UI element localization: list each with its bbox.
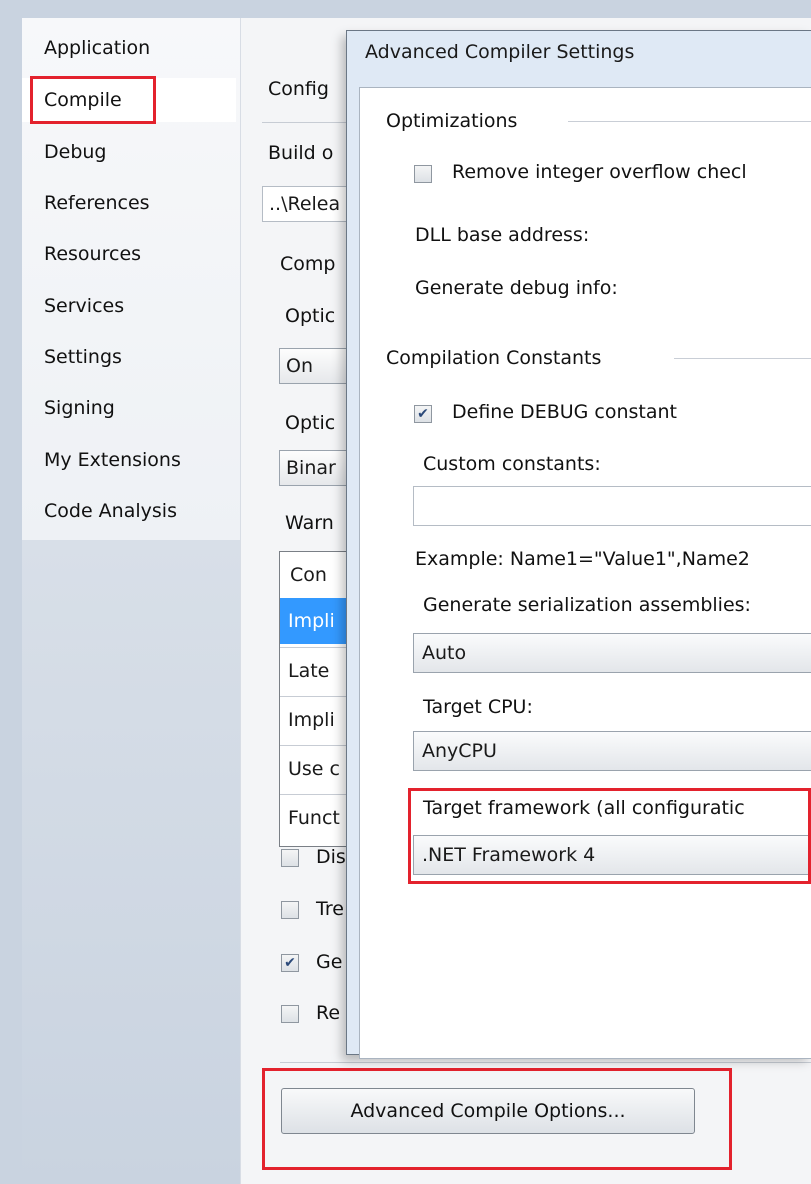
- grid-cell: Impli: [288, 610, 335, 632]
- target-framework-highlight: [408, 788, 811, 884]
- generate-debug-info-label: Generate debug info:: [415, 277, 618, 299]
- tab-label: Services: [44, 295, 125, 317]
- compilation-constants-header: Compilation Constants: [386, 347, 602, 369]
- advanced-button-highlight: [262, 1068, 732, 1170]
- tab-label: References: [44, 192, 150, 214]
- section-divider: [568, 121, 811, 122]
- tab-settings[interactable]: Settings: [22, 335, 236, 379]
- target-cpu-select[interactable]: AnyCPU: [413, 731, 811, 771]
- tab-label: Settings: [44, 346, 122, 368]
- checkbox-label: Tre: [316, 898, 344, 920]
- divider: [280, 1062, 811, 1063]
- build-output-path: ..\Relea: [269, 193, 341, 215]
- optimizations-header: Optimizations: [386, 110, 518, 132]
- example-text: Example: Name1="Value1",Name2: [415, 548, 750, 570]
- serialization-value: Auto: [422, 642, 467, 664]
- target-cpu-label: Target CPU:: [423, 696, 533, 718]
- grid-cell: Use c: [288, 758, 340, 780]
- remove-overflow-label: Remove integer overflow checl: [452, 161, 747, 183]
- checkbox-label: Re: [316, 1002, 341, 1024]
- divider: [262, 122, 352, 123]
- advanced-compiler-settings-dialog: Advanced Compiler Settings: [346, 30, 811, 1059]
- check-icon: ✔: [417, 406, 429, 422]
- option-compare-value: Binar: [286, 457, 336, 479]
- tab-label: Resources: [44, 243, 142, 265]
- build-output-path-input[interactable]: ..\Relea: [262, 186, 352, 222]
- serialization-label: Generate serialization assemblies:: [423, 594, 751, 616]
- tab-label: Application: [44, 37, 151, 59]
- configuration-label: Config: [268, 78, 329, 100]
- compile-tab-highlight: [30, 76, 156, 124]
- grid-cell: Late: [288, 660, 330, 682]
- tab-application[interactable]: Application: [22, 26, 236, 70]
- tab-code-analysis[interactable]: Code Analysis: [22, 489, 236, 533]
- tab-label: Code Analysis: [44, 500, 177, 522]
- target-cpu-value: AnyCPU: [422, 740, 497, 762]
- grid-cell: Funct: [288, 807, 340, 829]
- tab-signing[interactable]: Signing: [22, 386, 236, 430]
- tab-services[interactable]: Services: [22, 284, 236, 328]
- generate-xml-checkbox[interactable]: ✔: [281, 954, 299, 972]
- compile-options-label: Comp: [280, 253, 336, 275]
- custom-constants-label: Custom constants:: [423, 453, 601, 475]
- register-com-checkbox[interactable]: [281, 1005, 299, 1023]
- tab-references[interactable]: References: [22, 181, 236, 225]
- option-explicit-label: Optic: [285, 305, 336, 327]
- checkbox-label: Ge: [316, 951, 343, 973]
- disable-warnings-checkbox[interactable]: [281, 849, 299, 867]
- dll-base-address-label: DLL base address:: [415, 224, 590, 246]
- section-divider: [674, 358, 811, 359]
- option-compare-select[interactable]: Binar: [279, 450, 351, 486]
- tab-label: Debug: [44, 141, 107, 163]
- warnings-label: Warn: [285, 512, 334, 534]
- serialization-select[interactable]: Auto: [413, 633, 811, 673]
- dialog-title: Advanced Compiler Settings: [365, 41, 635, 63]
- grid-cell: Impli: [288, 709, 335, 731]
- build-output-label: Build o: [268, 142, 334, 164]
- checkbox-label: Dis: [316, 846, 346, 868]
- remove-overflow-checkbox[interactable]: [414, 165, 432, 183]
- tab-label: Signing: [44, 397, 115, 419]
- tab-label: My Extensions: [44, 449, 181, 471]
- custom-constants-input[interactable]: [413, 486, 811, 526]
- tabs-background: [22, 540, 240, 1184]
- tab-my-extensions[interactable]: My Extensions: [22, 438, 236, 482]
- check-icon: ✔: [284, 955, 296, 971]
- option-compare-label: Optic: [285, 412, 336, 434]
- define-debug-checkbox[interactable]: ✔: [414, 405, 432, 423]
- option-explicit-select[interactable]: On: [279, 348, 351, 384]
- tab-resources[interactable]: Resources: [22, 232, 236, 276]
- treat-warnings-checkbox[interactable]: [281, 901, 299, 919]
- tab-debug[interactable]: Debug: [22, 130, 236, 174]
- grid-header-label: Con: [290, 564, 327, 586]
- define-debug-label: Define DEBUG constant: [452, 401, 677, 423]
- option-explicit-value: On: [286, 355, 313, 377]
